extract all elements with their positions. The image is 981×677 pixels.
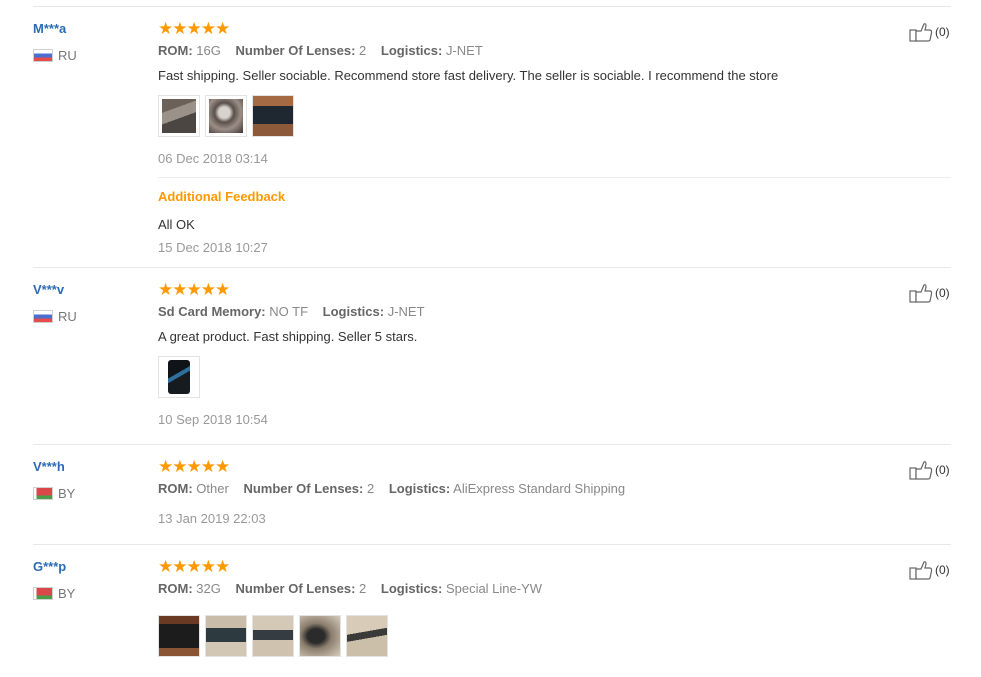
attribute-value: 16G	[196, 43, 221, 58]
reviewer-country: BY	[33, 586, 75, 601]
product-attributes: ROM: 16G Number Of Lenses: 2 Logistics: …	[158, 43, 494, 58]
attribute-key: Number Of Lenses:	[243, 481, 364, 496]
helpful-button[interactable]: (0)	[909, 283, 950, 303]
reviewer-name[interactable]: V***v	[33, 282, 64, 297]
flag-by-icon	[33, 487, 53, 500]
review-photo-thumbnail[interactable]	[205, 615, 247, 657]
product-attributes: Sd Card Memory: NO TF Logistics: J-NET	[158, 304, 436, 319]
review-photos	[158, 615, 388, 657]
flag-ru-icon	[33, 310, 53, 323]
review-date: 10 Sep 2018 10:54	[158, 412, 268, 427]
country-code: BY	[58, 486, 76, 501]
review-photo-thumbnail[interactable]	[252, 615, 294, 657]
additional-feedback-text: All OK	[158, 217, 195, 232]
thumbs-up-icon	[909, 561, 933, 580]
review-text: Fast shipping. Seller sociable. Recommen…	[158, 68, 779, 83]
review-photos	[158, 356, 200, 398]
reviewer-name[interactable]: G***p	[33, 559, 66, 574]
attribute-key: ROM:	[158, 581, 193, 596]
review-divider	[33, 444, 951, 445]
product-attributes: ROM: Other Number Of Lenses: 2 Logistics…	[158, 481, 636, 496]
thumbs-up-icon	[909, 284, 933, 303]
product-attributes: ROM: 32G Number Of Lenses: 2 Logistics: …	[158, 581, 553, 596]
attribute-value: 2	[359, 43, 367, 58]
reviewer-name[interactable]: M***a	[33, 21, 66, 36]
attribute-value: 2	[359, 581, 367, 596]
reviewer-country: RU	[33, 309, 77, 324]
review-photo-thumbnail[interactable]	[299, 615, 341, 657]
star-rating: ★★★★★	[158, 457, 230, 476]
star-rating: ★★★★★	[158, 19, 230, 38]
attribute-key: Logistics:	[388, 481, 451, 496]
review-photos	[158, 95, 294, 137]
helpful-button[interactable]: (0)	[909, 460, 950, 480]
thumbs-up-icon	[909, 461, 933, 480]
review-photo-thumbnail[interactable]	[346, 615, 388, 657]
attribute-value: 2	[366, 481, 375, 496]
review-text: A great product. Fast shipping. Seller 5…	[158, 329, 418, 344]
attribute-value: 32G	[196, 581, 221, 596]
attribute-value: J-NET	[445, 43, 483, 58]
review-divider	[33, 267, 951, 268]
additional-feedback-date: 15 Dec 2018 10:27	[158, 240, 268, 255]
helpful-count: (0)	[935, 286, 950, 300]
attribute-key: Logistics:	[380, 581, 443, 596]
attribute-value: Special Line-YW	[445, 581, 543, 596]
reviewer-country: RU	[33, 48, 77, 63]
country-code: RU	[58, 309, 77, 324]
attribute-key: ROM:	[158, 43, 193, 58]
additional-feedback-divider	[158, 177, 951, 178]
helpful-count: (0)	[935, 25, 950, 39]
review-photo-thumbnail[interactable]	[158, 95, 200, 137]
country-code: RU	[58, 48, 77, 63]
review-photo-thumbnail[interactable]	[205, 95, 247, 137]
attribute-value: NO TF	[269, 304, 309, 319]
review-divider	[33, 544, 951, 545]
review-photo-thumbnail[interactable]	[158, 356, 200, 398]
attribute-key: Logistics:	[322, 304, 385, 319]
flag-by-icon	[33, 587, 53, 600]
review-date: 06 Dec 2018 03:14	[158, 151, 268, 166]
attribute-value: Other	[196, 481, 229, 496]
additional-feedback-label: Additional Feedback	[158, 189, 286, 204]
attribute-key: Number Of Lenses:	[235, 43, 356, 58]
helpful-count: (0)	[935, 463, 950, 477]
attribute-key: Sd Card Memory:	[158, 304, 266, 319]
attribute-key: Number Of Lenses:	[235, 581, 356, 596]
reviewer-country: BY	[33, 486, 75, 501]
thumbs-up-icon	[909, 23, 933, 42]
review-photo-thumbnail[interactable]	[252, 95, 294, 137]
flag-ru-icon	[33, 49, 53, 62]
country-code: BY	[58, 586, 76, 601]
helpful-button[interactable]: (0)	[909, 560, 950, 580]
attribute-value: J-NET	[387, 304, 425, 319]
attribute-key: Logistics:	[380, 43, 443, 58]
review-divider	[33, 6, 951, 7]
helpful-button[interactable]: (0)	[909, 22, 950, 42]
review-photo-thumbnail[interactable]	[158, 615, 200, 657]
attribute-key: ROM:	[158, 481, 193, 496]
star-rating: ★★★★★	[158, 557, 230, 576]
reviewer-name[interactable]: V***h	[33, 459, 65, 474]
helpful-count: (0)	[935, 563, 950, 577]
star-rating: ★★★★★	[158, 280, 230, 299]
attribute-value: AliExpress Standard Shipping	[453, 481, 626, 496]
review-date: 13 Jan 2019 22:03	[158, 511, 266, 526]
